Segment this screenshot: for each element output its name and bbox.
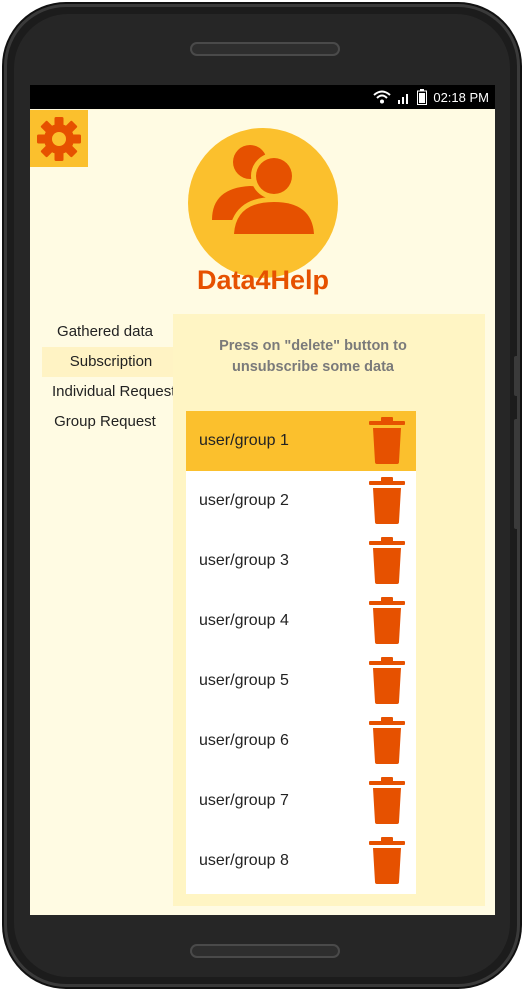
delete-button[interactable]: [367, 535, 407, 585]
trash-icon: [369, 537, 405, 584]
gear-icon: [37, 116, 81, 161]
app-screen: 02:18 PM Data4Help Gathered data Subscri…: [30, 85, 495, 915]
list-item[interactable]: user/group 7: [186, 771, 416, 831]
app-title: Data4Help: [196, 265, 330, 295]
power-button[interactable]: [514, 356, 519, 396]
status-bar: 02:18 PM: [30, 85, 495, 109]
list-item[interactable]: user/group 2: [186, 471, 416, 531]
trash-icon: [369, 657, 405, 704]
delete-button[interactable]: [367, 835, 407, 885]
menu-item-group-request[interactable]: Group Request: [30, 407, 180, 437]
trash-icon: [369, 837, 405, 884]
instruction-text: Press on "delete" button to unsubscribe …: [219, 338, 407, 375]
list-item[interactable]: user/group 8: [186, 831, 416, 891]
delete-button[interactable]: [367, 415, 407, 465]
subscription-label: user/group 6: [199, 732, 289, 749]
subscription-label: user/group 4: [199, 612, 289, 629]
trash-icon: [369, 777, 405, 824]
delete-button[interactable]: [367, 655, 407, 705]
list-item[interactable]: user/group 3: [186, 531, 416, 591]
trash-icon: [369, 597, 405, 644]
wifi-icon: [373, 90, 392, 104]
list-item[interactable]: user/group 6: [186, 711, 416, 771]
side-menu: Gathered data Subscription Individual Re…: [30, 317, 180, 437]
signal-icon: [398, 94, 409, 104]
subscription-label: user/group 8: [199, 852, 289, 869]
subscription-list: user/group 1 user/group 2 user/group 3 user…: [186, 411, 416, 894]
subscription-label: user/group 3: [199, 552, 289, 569]
delete-button[interactable]: [367, 475, 407, 525]
trash-icon: [369, 717, 405, 764]
app-logo: [188, 128, 338, 278]
menu-item-subscription[interactable]: Subscription: [42, 347, 180, 377]
menu-item-gathered-data[interactable]: Gathered data: [30, 317, 180, 347]
bottom-speaker: [190, 944, 340, 958]
menu-item-individual-request[interactable]: Individual Request: [30, 377, 180, 407]
subscription-label: user/group 7: [199, 792, 289, 809]
status-time: 02:18 PM: [433, 89, 489, 105]
settings-button[interactable]: [30, 110, 88, 167]
list-item[interactable]: user/group 5: [186, 651, 416, 711]
delete-button[interactable]: [367, 595, 407, 645]
subscription-label: user/group 2: [199, 492, 289, 509]
earpiece-speaker: [190, 42, 340, 56]
subscription-panel: Press on "delete" button to unsubscribe …: [173, 314, 485, 906]
battery-icon: [417, 89, 428, 105]
subscription-label: user/group 1: [199, 432, 289, 449]
users-icon: [212, 145, 320, 239]
trash-icon: [369, 477, 405, 524]
subscription-label: user/group 5: [199, 672, 289, 689]
delete-button[interactable]: [367, 775, 407, 825]
trash-icon: [369, 417, 405, 464]
list-item[interactable]: user/group 1: [186, 411, 416, 471]
volume-button[interactable]: [514, 419, 519, 529]
delete-button[interactable]: [367, 715, 407, 765]
list-item[interactable]: user/group 4: [186, 591, 416, 651]
